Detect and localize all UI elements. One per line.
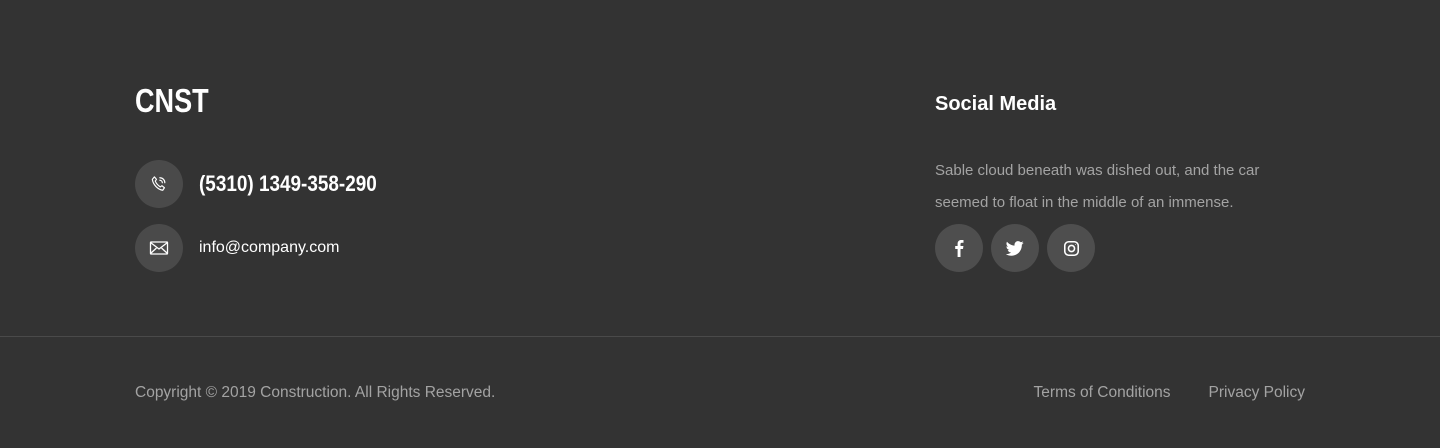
contact-phone[interactable]: (5310) 1349-358-290 [135,160,406,208]
brand-logo[interactable]: CNST [135,82,209,120]
terms-of-conditions-link[interactable]: Terms of Conditions [1034,384,1171,402]
phone-icon [135,160,183,208]
privacy-policy-link[interactable]: Privacy Policy [1209,384,1305,402]
instagram-icon[interactable] [1047,224,1095,272]
phone-number[interactable]: (5310) 1349-358-290 [199,171,377,197]
social-media-title: Social Media [935,93,1057,115]
mail-icon [135,224,183,272]
email-address[interactable]: info@company.com [199,239,339,257]
social-media-description: Sable cloud beneath was dished out, and … [935,162,1260,211]
facebook-icon[interactable] [935,224,983,272]
copyright-text: Copyright © 2019 Construction. All Right… [135,384,496,401]
social-links [935,224,1095,272]
footer-divider [0,336,1440,337]
footer-top: CNST (5310) 1349-358-290 info@company.co… [0,0,1440,336]
contact-email[interactable]: info@company.com [135,224,339,272]
footer-legal-links: Terms of Conditions Privacy Policy [1034,384,1305,402]
twitter-icon[interactable] [991,224,1039,272]
